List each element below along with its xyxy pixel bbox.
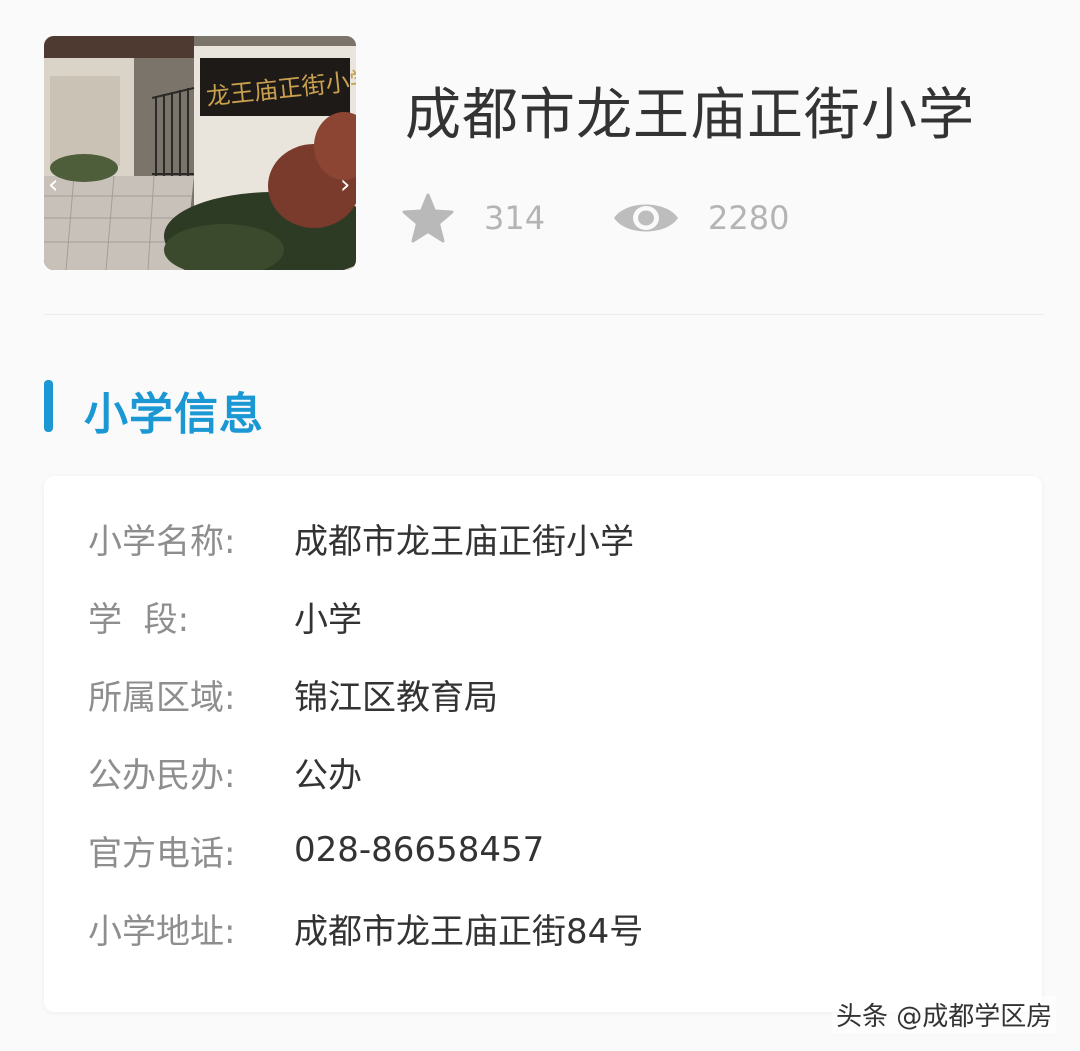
info-value: 公办 — [294, 755, 362, 796]
info-label: 官方电话: — [88, 833, 236, 874]
eye-icon — [614, 204, 678, 232]
info-label: 学 段: — [88, 599, 190, 640]
school-title: 成都市龙王庙正街小学 — [405, 83, 975, 148]
carousel-prev-arrow[interactable]: ‹ — [48, 172, 58, 198]
star-icon — [402, 193, 454, 243]
school-info-card: 小学名称: 成都市龙王庙正街小学 学 段: 小学 所属区域: 锦江区教育局 公办… — [44, 476, 1042, 1012]
header-divider — [44, 314, 1044, 315]
info-row-name: 小学名称: 成都市龙王庙正街小学 — [88, 516, 634, 562]
info-label: 公办民办: — [88, 755, 236, 796]
info-value: 成都市龙王庙正街小学 — [294, 521, 634, 562]
school-photo-carousel[interactable]: 龙王庙正街小学 ‹ › — [44, 36, 356, 270]
info-row-stage: 学 段: 小学 — [88, 594, 362, 640]
section-title: 小学信息 — [84, 389, 264, 440]
info-row-address: 小学地址: 成都市龙王庙正街84号 — [88, 906, 644, 952]
info-value: 小学 — [294, 599, 362, 640]
school-gate-photo: 龙王庙正街小学 — [44, 36, 356, 270]
section-accent-bar — [44, 380, 53, 432]
source-watermark: 头条 @成都学区房 — [832, 996, 1057, 1033]
info-value: 成都市龙王庙正街84号 — [294, 911, 644, 952]
favorite-stat[interactable]: 314 — [402, 192, 545, 244]
view-count: 2280 — [708, 199, 790, 237]
info-label: 小学地址: — [88, 911, 236, 952]
info-row-type: 公办民办: 公办 — [88, 750, 362, 796]
phone-number-link[interactable]: 028-86658457 — [294, 830, 544, 870]
view-stat: 2280 — [612, 192, 789, 244]
info-label: 小学名称: — [88, 521, 236, 562]
info-row-district: 所属区域: 锦江区教育局 — [88, 672, 498, 718]
info-label: 所属区域: — [88, 677, 236, 718]
info-row-phone: 官方电话: 028-86658457 — [88, 828, 544, 874]
info-value: 锦江区教育局 — [294, 677, 498, 718]
carousel-next-arrow[interactable]: › — [340, 172, 350, 198]
favorite-count: 314 — [484, 199, 546, 237]
